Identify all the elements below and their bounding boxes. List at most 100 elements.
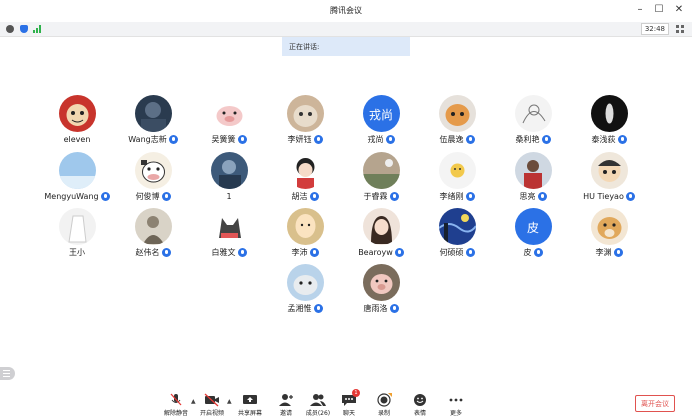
shield-icon[interactable] [20,25,28,33]
minimize-button[interactable]: – [634,4,646,16]
avatar: 皮 [514,208,552,245]
avatar [210,208,248,245]
participant-name: 王小 [69,248,85,257]
participant-tile[interactable]: 李渊 [569,208,649,258]
info-icon[interactable] [6,25,14,33]
participant-label: MengyuWang [37,191,117,202]
participant-tile[interactable]: 唐雨洛 [341,264,421,314]
record-button[interactable]: 录制 [367,392,401,417]
participant-name: 吴簧簧 [211,135,236,144]
participant-label: 胡洁 [265,191,345,202]
invite-button[interactable]: 邀请 [269,392,303,417]
avatar [438,95,476,132]
participant-tile[interactable]: 何俊博 [113,152,193,202]
participant-name: 伍晨逸 [439,135,464,144]
mic-on-icon [313,135,323,144]
video-button[interactable]: 开启视频 [195,392,229,417]
avatar: 戎尚 [362,95,400,132]
participant-tile[interactable]: 伍晨逸 [417,95,497,145]
invite-label: 邀请 [279,410,292,417]
participant-tile[interactable]: 桑利艳 [493,95,573,145]
meeting-toolbar: 解除静音 ▲ 开启视频 ▲ 共享屏幕 邀请 成员(26) 1 聊天 录制 表情 … [0,388,692,419]
participant-tile[interactable]: 戎尚 戎尚 [341,95,421,145]
participant-label: 李沛 [265,247,345,258]
participant-tile[interactable]: 思亮 [493,152,573,202]
avatar [58,152,96,189]
participant-tile[interactable]: 吴簧簧 [189,95,269,145]
share-screen-icon [242,392,258,406]
record-icon [376,392,393,407]
participant-tile[interactable]: 李妍钰 [265,95,345,145]
mic-on-icon [385,135,395,144]
participant-label: 李绪刚 [417,191,497,202]
participant-label: 于睿霖 [341,191,421,202]
mic-on-icon [161,192,171,201]
participant-label: 李渊 [569,247,649,258]
participant-name: 思亮 [519,192,536,201]
participant-tile[interactable]: 皮皮 [493,208,573,258]
participant-tile[interactable]: 李沛 [265,208,345,258]
emoji-button[interactable]: 表情 [403,392,437,417]
close-button[interactable]: ✕ [673,4,685,16]
participant-name: Bearoyw [358,248,393,257]
participant-name: 李渊 [595,248,612,257]
participant-name: 赵伟名 [135,248,160,257]
grid-view-icon[interactable] [676,25,684,33]
side-panel-handle[interactable] [0,367,15,380]
avatar [590,95,628,132]
avatar [58,208,96,245]
participant-name: eleven [63,135,91,144]
participant-tile[interactable]: 1 [189,152,269,202]
avatar [438,208,476,245]
participant-name: 戎尚 [367,135,384,144]
participant-label: 白雅文 [189,247,269,258]
participant-name: 何硕硕 [439,248,464,257]
mic-on-icon [465,248,475,257]
video-options-caret[interactable]: ▲ [227,398,232,405]
participant-label: 何硕硕 [417,247,497,258]
avatar [362,152,400,189]
participant-name: 桑利艳 [515,135,540,144]
participant-tile[interactable]: eleven [37,95,117,145]
participant-label: 赵伟名 [113,247,193,258]
participant-name: 李沛 [291,248,308,257]
participant-tile[interactable]: 胡洁 [265,152,345,202]
participant-name: 李妍钰 [287,135,312,144]
participant-tile[interactable]: 白雅文 [189,208,269,258]
participant-label: 泰浅荻 [569,134,649,145]
participant-name: Wang志新 [128,135,167,144]
participant-tile[interactable]: 孟湘惟 [265,264,345,314]
video-off-icon [204,392,220,407]
participant-tile[interactable]: Bearoyw [341,208,421,258]
participant-label: 王小 [37,247,117,258]
mute-button[interactable]: 解除静音 [159,392,193,417]
participant-tile[interactable]: 李绪刚 [417,152,497,202]
members-icon [310,392,326,406]
participant-tile[interactable]: 赵伟名 [113,208,193,258]
participant-label: HU Tieyao [569,191,649,202]
participant-tile[interactable]: 泰浅荻 [569,95,649,145]
participant-tile[interactable]: Wang志新 [113,95,193,145]
mic-on-icon [617,135,627,144]
participant-label: 伍晨逸 [417,134,497,145]
participant-tile[interactable]: 于睿霖 [341,152,421,202]
avatar [590,152,628,189]
leave-meeting-button[interactable]: 离开会议 [635,395,675,412]
avatar [210,152,248,189]
maximize-button[interactable]: ☐ [653,4,665,16]
signal-icon[interactable] [33,25,43,33]
more-button[interactable]: 更多 [439,392,473,417]
share-screen-button[interactable]: 共享屏幕 [233,392,267,417]
participant-tile[interactable]: HU Tieyao [569,152,649,202]
mic-on-icon [389,192,399,201]
participant-tile[interactable]: 王小 [37,208,117,258]
more-label: 更多 [449,410,462,417]
participant-tile[interactable]: MengyuWang [37,152,117,202]
members-button[interactable]: 成员(26) [301,392,335,417]
chat-button[interactable]: 1 聊天 [332,389,366,417]
participant-label: 吴簧簧 [189,134,269,145]
participant-tile[interactable]: 何硕硕 [417,208,497,258]
participant-label: 孟湘惟 [265,303,345,314]
mic-on-icon [613,248,623,257]
avatar [134,208,172,245]
